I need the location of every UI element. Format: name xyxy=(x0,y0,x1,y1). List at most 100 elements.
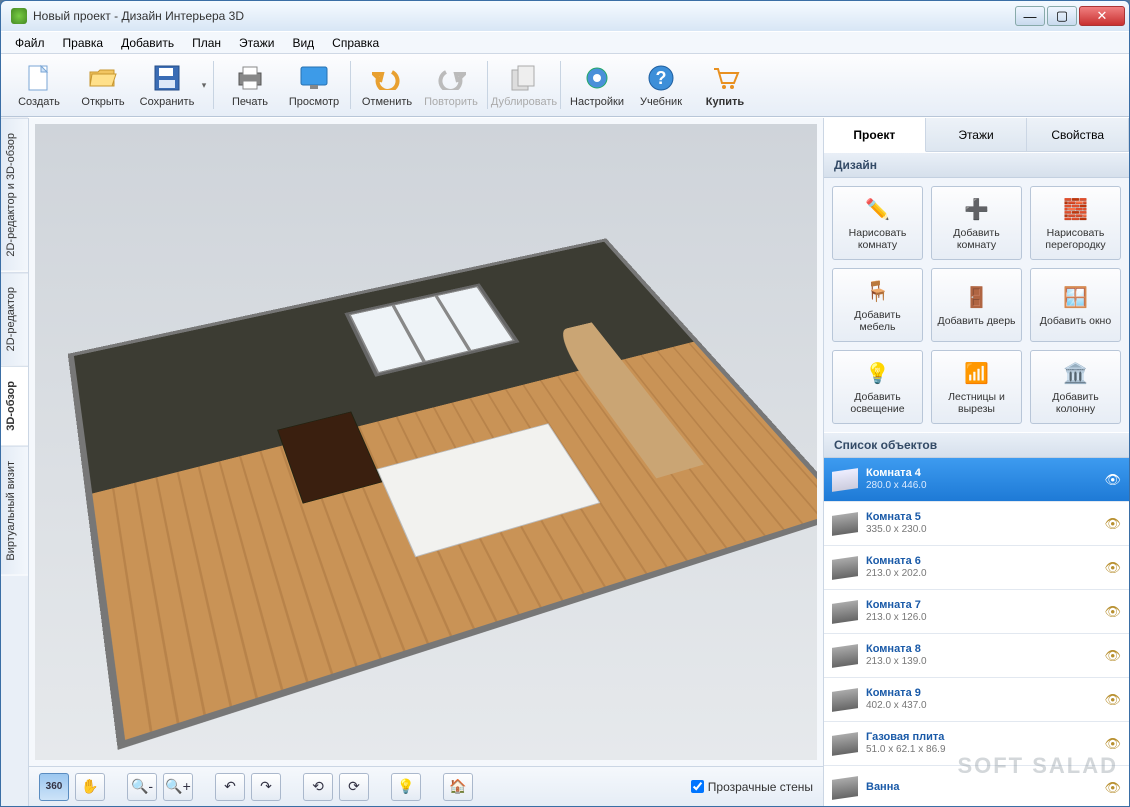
open-button[interactable]: Открыть xyxy=(71,56,135,114)
vp-zoom-in-button[interactable]: 🔍+ xyxy=(163,773,193,801)
monitor-icon xyxy=(298,62,330,94)
separator xyxy=(350,61,351,109)
rtab-properties[interactable]: Свойства xyxy=(1027,118,1129,152)
menu-help[interactable]: Справка xyxy=(324,34,387,52)
object-scroll[interactable]: Комната 4280.0 x 446.0👁Комната 5335.0 x … xyxy=(824,458,1129,806)
object-item[interactable]: Газовая плита51.0 x 62.1 x 86.9 👁 xyxy=(824,722,1129,766)
bulb-icon: 💡 xyxy=(397,778,414,795)
visibility-eye-icon[interactable]: 👁 xyxy=(1104,648,1121,664)
visibility-eye-icon[interactable]: 👁 xyxy=(1104,472,1121,488)
object-name: Комната 6 xyxy=(866,555,1096,568)
design-card-label: Нарисовать комнату xyxy=(835,227,920,251)
vp-light-button[interactable]: 💡 xyxy=(391,773,421,801)
zoom-in-icon: 🔍+ xyxy=(165,778,191,795)
zoom-out-icon: 🔍- xyxy=(131,778,153,795)
vp-pan-button[interactable]: ✋ xyxy=(75,773,105,801)
vp-rotate-right-button[interactable]: ↷ xyxy=(251,773,281,801)
object-size: 213.0 x 202.0 xyxy=(866,568,1096,580)
create-button[interactable]: Создать xyxy=(7,56,71,114)
design-section-header: Дизайн xyxy=(824,152,1129,178)
design-grid: ✏️Нарисовать комнату➕Добавить комнату🧱На… xyxy=(824,178,1129,432)
design-card-4[interactable]: 🚪Добавить дверь xyxy=(931,268,1022,342)
design-icon: 🏛️ xyxy=(1062,360,1090,388)
menu-floors[interactable]: Этажи xyxy=(231,34,282,52)
settings-button[interactable]: Настройки xyxy=(565,56,629,114)
object-name: Комната 9 xyxy=(866,687,1096,700)
visibility-eye-icon[interactable]: 👁 xyxy=(1104,780,1121,796)
vtab-virtual-visit[interactable]: Виртуальный визит xyxy=(1,446,28,576)
visibility-eye-icon[interactable]: 👁 xyxy=(1104,692,1121,708)
vp-home-button[interactable]: 🏠 xyxy=(443,773,473,801)
menu-file[interactable]: Файл xyxy=(7,34,53,52)
visibility-eye-icon[interactable]: 👁 xyxy=(1104,604,1121,620)
design-card-label: Добавить окно xyxy=(1040,315,1111,327)
object-item[interactable]: Комната 9402.0 x 437.0👁 xyxy=(824,678,1129,722)
vtab-2d-editor[interactable]: 2D-редактор xyxy=(1,272,28,366)
redo-button[interactable]: Повторить xyxy=(419,56,483,114)
object-box-icon xyxy=(832,776,858,800)
object-size: 51.0 x 62.1 x 86.9 xyxy=(866,744,1096,756)
object-size: 280.0 x 446.0 xyxy=(866,480,1096,492)
3d-viewport[interactable] xyxy=(35,124,817,760)
visibility-eye-icon[interactable]: 👁 xyxy=(1104,560,1121,576)
duplicate-button[interactable]: Дублировать xyxy=(492,56,556,114)
rtab-project[interactable]: Проект xyxy=(824,118,926,152)
menu-plan[interactable]: План xyxy=(184,34,229,52)
tutorial-button[interactable]: ?Учебник xyxy=(629,56,693,114)
close-button[interactable]: ✕ xyxy=(1079,6,1125,26)
preview-button[interactable]: Просмотр xyxy=(282,56,346,114)
object-box-icon xyxy=(832,512,858,536)
vertical-tabs: 2D-редактор и 3D-обзор 2D-редактор 3D-об… xyxy=(1,118,29,806)
object-item[interactable]: Комната 5335.0 x 230.0👁 xyxy=(824,502,1129,546)
save-dropdown[interactable]: ▾ xyxy=(199,56,209,114)
design-card-2[interactable]: 🧱Нарисовать перегородку xyxy=(1030,186,1121,260)
object-item[interactable]: Комната 4280.0 x 446.0👁 xyxy=(824,458,1129,502)
object-name: Газовая плита xyxy=(866,731,1096,744)
object-box-icon xyxy=(832,600,858,624)
print-button[interactable]: Печать xyxy=(218,56,282,114)
undo-icon xyxy=(371,62,403,94)
transparent-walls-input[interactable] xyxy=(691,780,704,793)
home-icon: 🏠 xyxy=(449,778,466,795)
buy-button[interactable]: Купить xyxy=(693,56,757,114)
object-item[interactable]: Комната 6213.0 x 202.0 👁 xyxy=(824,546,1129,590)
transparent-walls-checkbox[interactable]: Прозрачные стены xyxy=(691,780,813,794)
minimize-button[interactable]: — xyxy=(1015,6,1045,26)
menu-add[interactable]: Добавить xyxy=(113,34,182,52)
vp-360-button[interactable]: 360 xyxy=(39,773,69,801)
design-icon: 🪑 xyxy=(864,278,892,306)
rtab-floors[interactable]: Этажи xyxy=(926,118,1028,152)
visibility-eye-icon[interactable]: 👁 xyxy=(1104,516,1121,532)
design-card-7[interactable]: 📶Лестницы и вырезы xyxy=(931,350,1022,424)
svg-text:?: ? xyxy=(656,68,667,88)
save-icon xyxy=(151,62,183,94)
menu-view[interactable]: Вид xyxy=(284,34,322,52)
design-card-3[interactable]: 🪑Добавить мебель xyxy=(832,268,923,342)
vtab-3d-view[interactable]: 3D-обзор xyxy=(1,366,28,446)
design-card-5[interactable]: 🪟Добавить окно xyxy=(1030,268,1121,342)
undo-button[interactable]: Отменить xyxy=(355,56,419,114)
vp-zoom-out-button[interactable]: 🔍- xyxy=(127,773,157,801)
design-card-0[interactable]: ✏️Нарисовать комнату xyxy=(832,186,923,260)
object-box-icon xyxy=(832,644,858,668)
new-file-icon xyxy=(23,62,55,94)
visibility-eye-icon[interactable]: 👁 xyxy=(1104,736,1121,752)
design-card-6[interactable]: 💡Добавить освещение xyxy=(832,350,923,424)
design-card-8[interactable]: 🏛️Добавить колонну xyxy=(1030,350,1121,424)
separator xyxy=(487,61,488,109)
cart-icon xyxy=(709,62,741,94)
maximize-button[interactable]: ▢ xyxy=(1047,6,1077,26)
object-item[interactable]: Комната 7213.0 x 126.0👁 xyxy=(824,590,1129,634)
object-item[interactable]: Ванна👁 xyxy=(824,766,1129,806)
viewport-toolbar: 360 ✋ 🔍- 🔍+ ↶ ↷ ⟲ ⟳ 💡 🏠 Прозрачные стены xyxy=(29,766,823,806)
save-button[interactable]: Сохранить xyxy=(135,56,199,114)
design-icon: 🚪 xyxy=(963,284,991,312)
vp-orbit-right-button[interactable]: ⟳ xyxy=(339,773,369,801)
vtab-both[interactable]: 2D-редактор и 3D-обзор xyxy=(1,118,28,272)
object-item[interactable]: Комната 8213.0 x 139.0👁 xyxy=(824,634,1129,678)
vp-orbit-left-button[interactable]: ⟲ xyxy=(303,773,333,801)
menu-edit[interactable]: Правка xyxy=(55,34,112,52)
vp-rotate-left-button[interactable]: ↶ xyxy=(215,773,245,801)
design-card-1[interactable]: ➕Добавить комнату xyxy=(931,186,1022,260)
folder-open-icon xyxy=(87,62,119,94)
